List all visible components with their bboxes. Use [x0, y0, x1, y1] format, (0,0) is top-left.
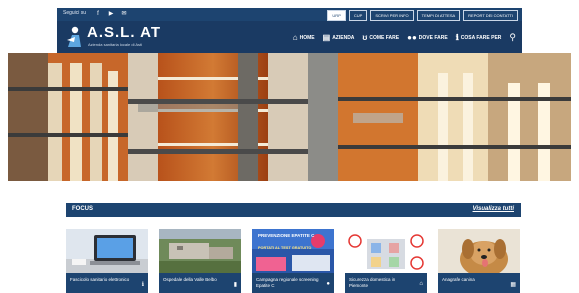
epatite-poster-image: PREVENZIONE EPATITE C PORTATI AL TEST GR… — [252, 229, 334, 274]
home-icon: ⌂ — [292, 32, 298, 42]
dog-image — [438, 229, 520, 274]
facebook-icon[interactable]: f — [95, 11, 101, 17]
top-link-scrivi[interactable]: SCRIVI PER INFO — [370, 10, 414, 21]
focus-card-fascicolo[interactable]: Fascicolo sanitario elettronico ℹ — [66, 229, 148, 293]
nav-azienda[interactable]: ▤ AZIENDA — [322, 32, 355, 42]
top-link-tempi[interactable]: TEMPI DI ATTESA — [416, 10, 461, 21]
focus-title: FOCUS — [72, 206, 93, 212]
top-utility-bar: Seguici su f ▶ ✉ URP CUP SCRIVI PER INFO… — [57, 8, 522, 21]
site-header: A.S.L. AT Azienda sanitaria locale di As… — [57, 21, 522, 53]
focus-card-epatite[interactable]: PREVENZIONE EPATITE C PORTATI AL TEST GR… — [252, 229, 334, 293]
card-caption: Sicurezza domestica in Piemonte ⌂ — [345, 273, 427, 293]
trash-icon: ▮ — [233, 282, 237, 288]
card-caption-text: Fascicolo sanitario elettronico — [70, 277, 130, 282]
youtube-icon[interactable]: ▶ — [108, 11, 114, 17]
nav-dove-fare[interactable]: ●● DOVE FARE — [407, 32, 448, 42]
building-icon: ▤ — [322, 32, 331, 42]
calendar-icon: ▦ — [510, 282, 516, 288]
nav-come-fare-label: COME FARE — [369, 34, 400, 41]
card-caption: Fascicolo sanitario elettronico ℹ — [66, 273, 148, 293]
poster-line2: PORTATI AL TEST GRATUITO — [258, 246, 311, 250]
hero-image — [8, 53, 571, 181]
card-caption: Campagna regionale screening Epatite C ● — [252, 273, 334, 293]
nav-cosa-fare-per[interactable]: ℹ COSA FARE PER — [455, 32, 502, 42]
people-icon: ●● — [407, 32, 417, 42]
nav-azienda-label: AZIENDA — [332, 34, 355, 41]
view-all-link[interactable]: Visualizza tutti — [473, 206, 514, 212]
focus-card-anagrafe[interactable]: Anagrafe canina ▦ — [438, 229, 520, 293]
home-safety-illustration — [345, 229, 427, 274]
email-icon[interactable]: ✉ — [121, 11, 127, 17]
card-caption: Ospedale della Valle Belbo ▮ — [159, 273, 241, 293]
top-link-report[interactable]: REPORT DEI CONTATTI — [463, 10, 518, 21]
follow-us-label: Seguici su — [63, 10, 87, 16]
hero-atrium-illustration — [8, 53, 571, 181]
card-caption-text: Sicurezza domestica in Piemonte — [349, 277, 396, 288]
user-icon: ● — [326, 281, 330, 287]
focus-card-sicurezza[interactable]: Sicurezza domestica in Piemonte ⌂ — [345, 229, 427, 293]
stethoscope-icon: ʊ — [362, 32, 368, 42]
info-icon: ℹ — [455, 32, 459, 42]
focus-card-ospedale[interactable]: Ospedale della Valle Belbo ▮ — [159, 229, 241, 293]
card-caption: Anagrafe canina ▦ — [438, 273, 520, 293]
card-caption-text: Campagna regionale screening Epatite C — [256, 277, 319, 288]
search-icon[interactable]: ⚲ — [509, 32, 516, 43]
card-caption-text: Anagrafe canina — [442, 277, 475, 282]
logo-title[interactable]: A.S.L. AT — [87, 24, 161, 41]
top-link-urp[interactable]: URP — [327, 10, 346, 21]
top-links: URP CUP SCRIVI PER INFO TEMPI DI ATTESA … — [327, 10, 518, 21]
card-caption-text: Ospedale della Valle Belbo — [163, 277, 217, 282]
nav-come-fare[interactable]: ʊ COME FARE — [362, 32, 400, 42]
focus-section-header: FOCUS Visualizza tutti — [66, 203, 521, 217]
poster-line1: PREVENZIONE EPATITE C — [258, 233, 315, 238]
home-icon: ⌂ — [419, 281, 423, 287]
laptop-image — [66, 229, 148, 274]
logo-subtitle: Azienda sanitaria locale di Asti — [88, 42, 143, 47]
info-icon: ℹ — [141, 282, 144, 288]
nav-home-label: HOME — [299, 34, 315, 41]
hospital-aerial-image — [159, 229, 241, 274]
top-link-cup[interactable]: CUP — [348, 10, 368, 21]
logo-mark-icon[interactable] — [66, 26, 82, 48]
nav-cosa-fare-per-label: COSA FARE PER — [460, 34, 502, 41]
nav-dove-fare-label: DOVE FARE — [418, 34, 448, 41]
nav-home[interactable]: ⌂ HOME — [292, 32, 315, 42]
focus-cards: Fascicolo sanitario elettronico ℹ Ospeda… — [66, 229, 522, 293]
main-nav: ⌂ HOME ▤ AZIENDA ʊ COME FARE ●● DOVE FAR… — [293, 32, 516, 43]
